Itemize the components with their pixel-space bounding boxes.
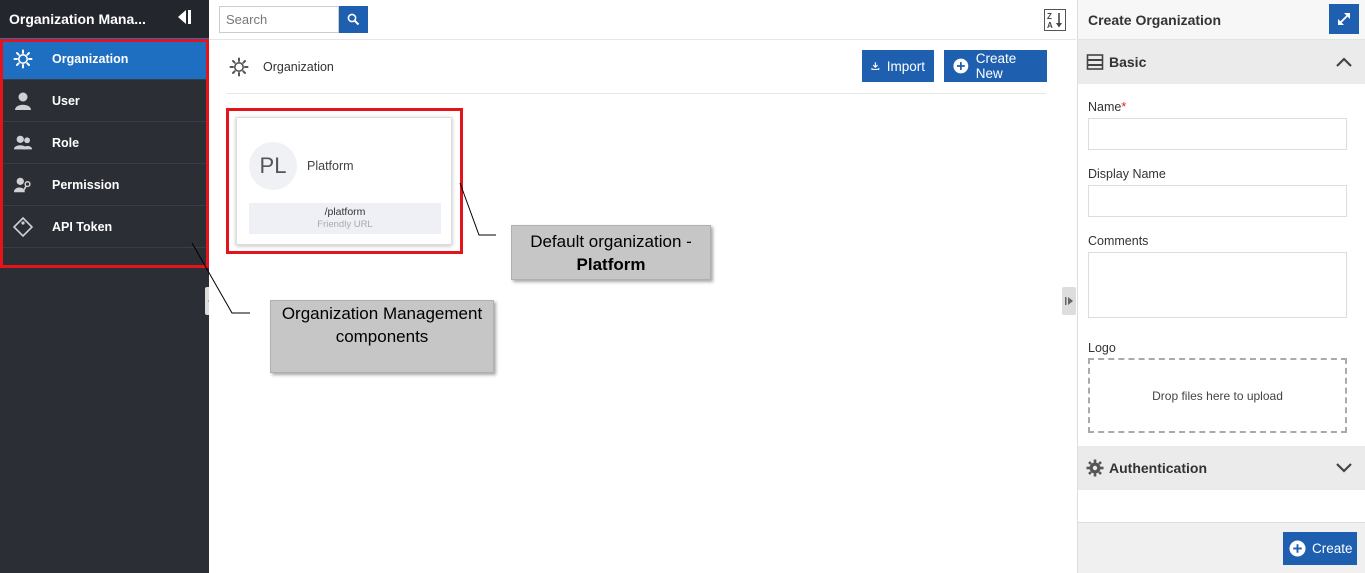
panel-toggle-handle[interactable] [1062, 287, 1076, 315]
gear-icon [1086, 459, 1104, 477]
main-content: Z A Organization Import [209, 0, 1076, 573]
name-field[interactable] [1088, 118, 1347, 150]
friendly-url-box: /platform Friendly URL [249, 203, 441, 234]
sort-button[interactable]: Z A [1044, 9, 1066, 31]
callout-default-org: Default organization - Platform [511, 225, 711, 280]
display-name-label: Display Name [1088, 167, 1166, 181]
logo-dropzone[interactable]: Drop files here to upload [1088, 358, 1347, 433]
organization-name: Platform [307, 159, 354, 173]
sort-z-a-icon: Z A [1047, 12, 1062, 29]
panel-title: Create Organization [1088, 11, 1222, 28]
collapse-sidebar-icon[interactable] [176, 9, 192, 25]
import-label: Import [886, 58, 925, 74]
gear-icon [13, 49, 33, 69]
name-label-text: Name [1088, 100, 1122, 114]
comments-field[interactable] [1088, 252, 1347, 318]
sidebar-header: Organization Mana... [0, 0, 209, 38]
sidebar-item-label: Role [52, 135, 80, 150]
form-icon [1086, 54, 1104, 70]
comments-label: Comments [1088, 234, 1149, 248]
user-key-icon [13, 175, 33, 195]
sidebar-item-label: User [52, 93, 80, 108]
create-new-label: Create New [975, 51, 1017, 81]
panel-header: Create Organization [1078, 0, 1365, 40]
user-icon [13, 91, 33, 111]
expand-icon [1338, 13, 1350, 25]
logo-label: Logo [1088, 341, 1116, 355]
sidebar-item-api-token[interactable]: API Token [0, 206, 209, 248]
dropzone-text: Drop files here to upload [1152, 388, 1283, 403]
import-button[interactable]: Import [862, 50, 934, 82]
users-icon [13, 133, 33, 153]
svg-text:A: A [1047, 21, 1053, 29]
tag-icon [13, 216, 33, 237]
sidebar-item-permission[interactable]: Permission [0, 164, 209, 206]
friendly-url-caption: Friendly URL [317, 219, 373, 230]
search-button[interactable] [339, 6, 368, 33]
chevron-down-icon [1336, 463, 1352, 473]
section-label: Authentication [1109, 460, 1207, 476]
sidebar-item-organization[interactable]: Organization [0, 38, 209, 80]
callout-text: Organization Management components [281, 304, 483, 346]
download-icon [871, 62, 880, 70]
app-title: Organization Mana... [9, 11, 146, 27]
sidebar-item-label: API Token [52, 219, 113, 234]
callout-org-components: Organization Management components [270, 300, 494, 373]
section-label: Basic [1109, 54, 1147, 70]
sidebar-item-label: Permission [52, 177, 120, 192]
toolbar: Z A [209, 0, 1076, 40]
create-new-button[interactable]: Create New [944, 50, 1047, 82]
search-icon [347, 13, 360, 26]
plus-circle-icon [953, 58, 969, 74]
basic-section-header[interactable]: Basic [1078, 40, 1365, 84]
avatar: PL [249, 142, 297, 190]
sidebar: Organization Mana... Organization User R… [0, 0, 209, 573]
display-name-field[interactable] [1088, 185, 1347, 217]
sidebar-item-user[interactable]: User [0, 80, 209, 122]
callout-emphasis: Platform [576, 255, 646, 274]
friendly-url: /platform [324, 206, 366, 218]
section-title: Organization [263, 60, 334, 74]
callout-text: Default organization - [530, 232, 692, 251]
search-input[interactable] [219, 6, 339, 33]
name-label: Name* [1088, 100, 1126, 114]
create-label: Create [1312, 541, 1353, 556]
sidebar-item-role[interactable]: Role [0, 122, 209, 164]
svg-text:Z: Z [1047, 12, 1052, 21]
gear-icon [229, 57, 249, 77]
required-mark: * [1121, 100, 1127, 114]
create-organization-panel: Create Organization Basic Name* Display … [1077, 0, 1365, 573]
plus-circle-icon [1289, 540, 1306, 557]
expand-panel-button[interactable] [1329, 4, 1359, 34]
chevron-up-icon [1336, 57, 1352, 67]
organization-card[interactable]: PL Platform /platform Friendly URL [236, 117, 452, 245]
authentication-section-header[interactable]: Authentication [1078, 446, 1365, 490]
sidebar-item-label: Organization [52, 51, 129, 66]
create-button[interactable]: Create [1283, 532, 1357, 565]
chevron-right-icon [1065, 297, 1073, 305]
panel-footer: Create [1078, 522, 1365, 573]
